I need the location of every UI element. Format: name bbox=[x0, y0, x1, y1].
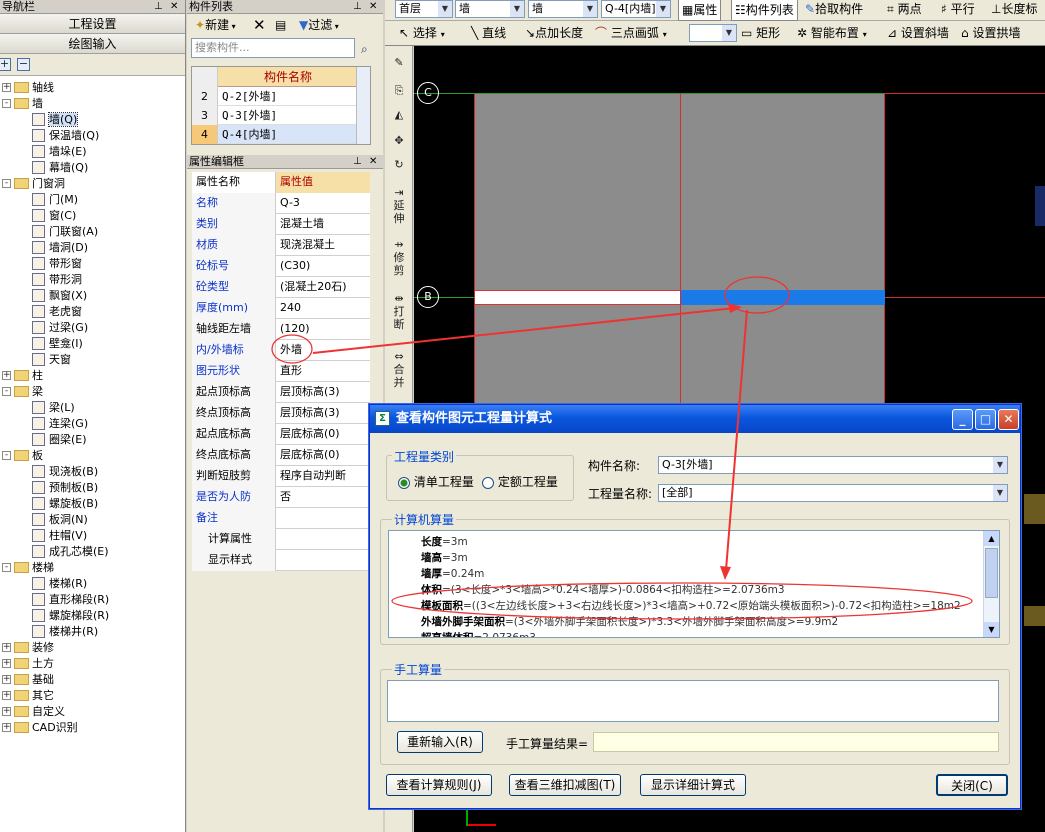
annotation-arrow-line-2 bbox=[725, 309, 748, 571]
annotation-arrowhead-2 bbox=[720, 566, 731, 580]
annotation-ellipse-formula bbox=[391, 582, 973, 620]
annotation-overlay bbox=[271, 276, 973, 620]
annotation-arrowhead-1 bbox=[728, 303, 742, 313]
annotation-arrow-line-1 bbox=[312, 307, 736, 354]
annotation-ellipse-wall-type bbox=[271, 334, 313, 364]
